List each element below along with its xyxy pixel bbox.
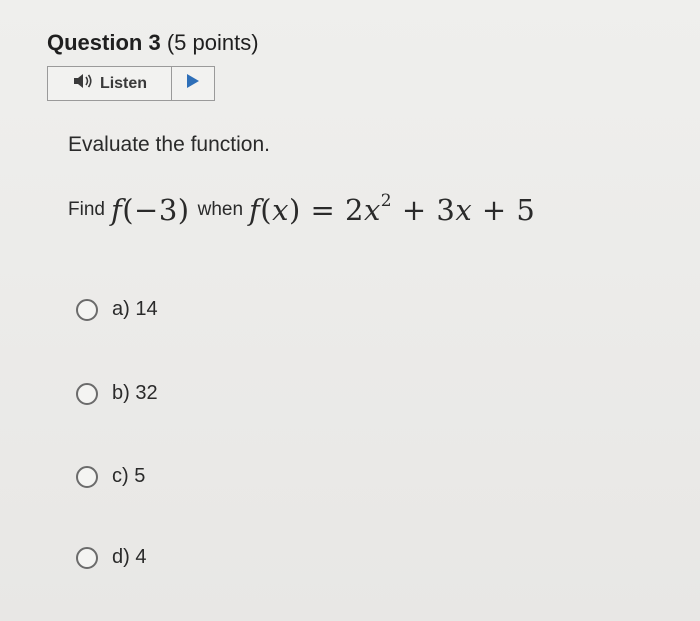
listen-widget: Listen: [47, 66, 215, 101]
radio-button[interactable]: [76, 298, 98, 321]
answer-option-b[interactable]: b) 32: [76, 382, 158, 405]
option-label: c) 5: [112, 465, 146, 487]
question-title: Question 3 (5 points): [47, 30, 259, 56]
quiz-page: Question 3 (5 points) Listen Evaluate th…: [0, 0, 700, 621]
option-label: d) 4: [112, 546, 147, 568]
answer-option-c[interactable]: c) 5: [76, 465, 145, 488]
find-word: Find: [68, 199, 105, 220]
radio-button[interactable]: [76, 465, 98, 488]
function-definition: f(x) = 2x2 + 3x + 5: [249, 191, 536, 227]
play-icon: [186, 73, 200, 94]
when-word: when: [197, 199, 244, 220]
answer-option-a[interactable]: a) 14: [76, 298, 158, 321]
question-prompt: Find f(−3) when f(x) = 2x2 + 3x + 5: [68, 188, 535, 232]
option-label: b) 32: [112, 382, 158, 404]
listen-label: Listen: [99, 74, 148, 92]
option-label: a) 14: [112, 298, 158, 320]
answer-option-d[interactable]: d) 4: [76, 546, 146, 569]
question-number: Question 3: [47, 30, 161, 55]
question-points: (5 points): [166, 30, 259, 55]
instruction-text: Evaluate the function.: [68, 133, 270, 156]
listen-button[interactable]: Listen: [48, 67, 172, 100]
radio-button[interactable]: [76, 382, 98, 405]
speaker-icon: [72, 72, 94, 95]
play-button[interactable]: [172, 67, 214, 100]
radio-button[interactable]: [76, 546, 98, 569]
function-argument: f(−3): [110, 193, 190, 227]
